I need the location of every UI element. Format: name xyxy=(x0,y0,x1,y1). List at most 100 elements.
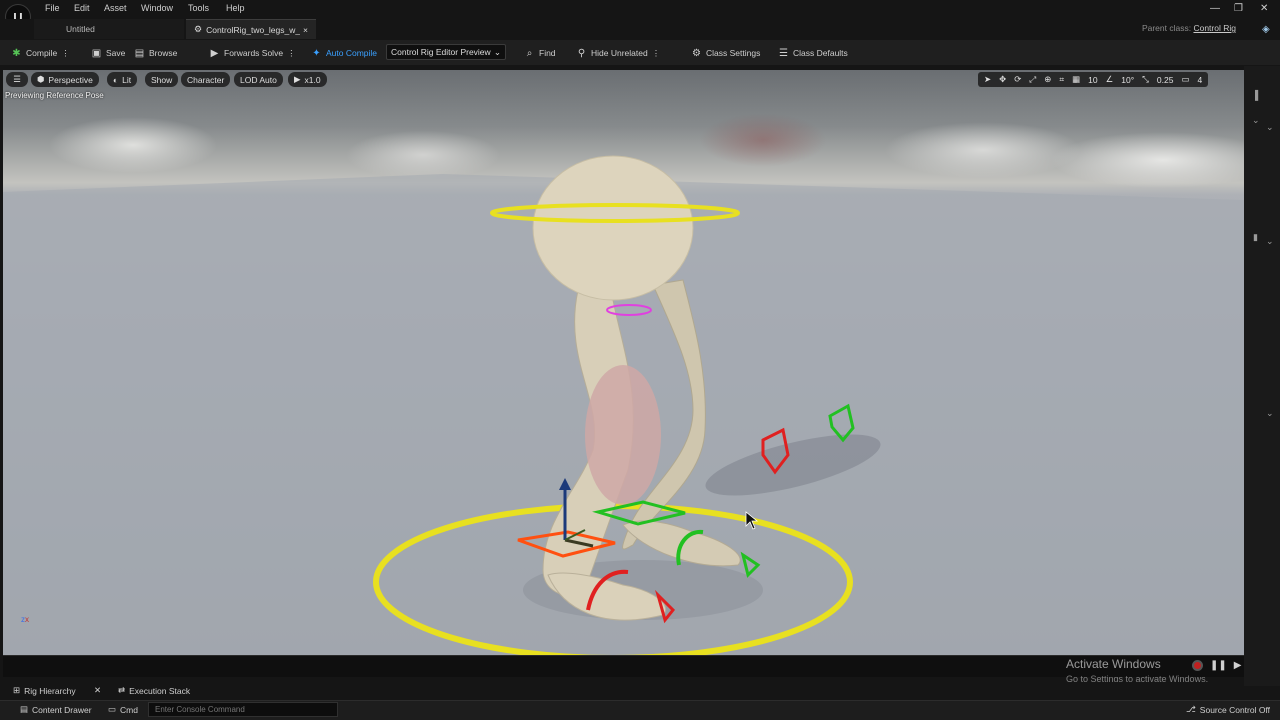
console-command-input[interactable] xyxy=(148,702,338,717)
character-button[interactable]: Character xyxy=(181,72,231,87)
auto-compile-toggle[interactable]: ✦ Auto Compile xyxy=(311,46,377,60)
play-rate-button[interactable]: ▶ x1.0 xyxy=(288,72,327,87)
source-control-button[interactable]: ⎇ Source Control Off xyxy=(1186,704,1270,715)
play-forward-icon[interactable]: ▶ xyxy=(1234,660,1242,671)
tab-control-rig-label: ControlRig_two_legs_w_sc xyxy=(206,24,301,35)
menu-asset[interactable]: Asset xyxy=(104,3,127,13)
find-button[interactable]: ⌕ Find xyxy=(524,46,556,60)
cmd-button[interactable]: ▭ Cmd xyxy=(108,704,138,715)
tab-untitled-label: Untitled xyxy=(66,24,95,34)
rotation-snap-icon[interactable]: ∠ xyxy=(1106,74,1114,85)
class-settings-button[interactable]: ⚙ Class Settings xyxy=(691,46,760,60)
pause-icon[interactable]: ❚❚ xyxy=(1210,660,1227,671)
auto-compile-icon: ✦ xyxy=(312,47,321,59)
hide-unrelated-options-icon[interactable]: ⋮ xyxy=(652,48,661,59)
forwards-solve-options-icon[interactable]: ⋮ xyxy=(287,48,296,59)
scale-snap-value[interactable]: 0.25 xyxy=(1157,75,1174,85)
activate-windows-title: Activate Windows xyxy=(1066,657,1161,671)
parent-class-label: Parent class: xyxy=(1141,23,1192,33)
menu-tools[interactable]: Tools xyxy=(188,3,209,13)
source-control-label: Source Control Off xyxy=(1199,704,1271,715)
viewport-menu-button[interactable]: ☰ xyxy=(6,72,28,87)
source-control-icon: ⎇ xyxy=(1186,704,1196,714)
play-icon: ▶ xyxy=(210,47,219,59)
menu-help[interactable]: Help xyxy=(226,3,245,13)
find-label: Find xyxy=(539,48,556,58)
compile-options-icon[interactable]: ⋮ xyxy=(61,48,70,59)
grid-size-value[interactable]: 10 xyxy=(1088,75,1097,85)
viewport[interactable]: ☰ ⬢ Perspective ◐ Lit Show Character LOD… xyxy=(3,70,1244,655)
menu-window[interactable]: Window xyxy=(141,3,173,13)
minimize-icon[interactable]: — xyxy=(1210,3,1220,14)
head xyxy=(532,155,694,301)
play-rate-label: x1.0 xyxy=(304,74,321,85)
auto-compile-label: Auto Compile xyxy=(326,48,378,58)
save-button[interactable]: ▣ Save xyxy=(91,46,126,60)
class-defaults-button[interactable]: ☰ Class Defaults xyxy=(778,46,848,60)
record-icon[interactable] xyxy=(1192,660,1203,671)
lod-label: LOD Auto xyxy=(240,74,277,85)
world-local-icon[interactable]: ⊕ xyxy=(1044,74,1051,85)
compile-button[interactable]: ✱ Compile ⋮ xyxy=(11,46,70,60)
hierarchy-icon: ⊞ xyxy=(13,685,21,695)
compile-label: Compile xyxy=(26,48,58,58)
camera-speed-value[interactable]: 4 xyxy=(1197,75,1202,85)
tab-untitled[interactable]: Untitled xyxy=(34,19,184,39)
lod-button[interactable]: LOD Auto xyxy=(234,72,283,87)
lit-icon: ◐ xyxy=(113,74,119,85)
save-label: Save xyxy=(106,48,126,58)
rotate-mode-icon[interactable]: ⟳ xyxy=(1014,74,1021,85)
chevron-down-icon[interactable]: ⌄ xyxy=(1266,236,1274,247)
lit-button[interactable]: ◐ Lit xyxy=(107,72,138,87)
parent-class: Parent class: Control Rig xyxy=(1142,23,1236,33)
recording-controls: ❚❚ ▶ xyxy=(1192,660,1241,671)
browse-button[interactable]: ▤ Browse xyxy=(134,46,178,60)
character-label: Character xyxy=(187,74,225,85)
gear-icon: ⚙ xyxy=(692,47,701,59)
show-button[interactable]: Show xyxy=(145,72,179,87)
parent-class-link[interactable]: Control Rig xyxy=(1193,23,1236,33)
class-settings-label: Class Settings xyxy=(706,48,761,58)
chevron-down-icon[interactable]: ⌄ xyxy=(1266,122,1274,133)
rotation-snap-value[interactable]: 10° xyxy=(1121,75,1134,85)
scene xyxy=(3,155,1244,655)
camera-speed-icon[interactable]: ▭ xyxy=(1181,74,1189,85)
axis-indicator: zx xyxy=(21,615,29,624)
hamburger-icon: ☰ xyxy=(13,74,21,84)
tab-rig-hierarchy[interactable]: ⊞ Rig Hierarchy xyxy=(13,685,76,696)
previewing-status: Previewing Reference Pose xyxy=(5,91,104,100)
execution-stack-icon: ⇄ xyxy=(118,685,126,695)
pin-icon[interactable]: ▮ xyxy=(1253,232,1258,243)
close-tab-icon[interactable]: ✕ xyxy=(94,685,101,696)
perspective-button[interactable]: ⬢ Perspective xyxy=(31,72,99,87)
tab-execution-stack[interactable]: ⇄ Execution Stack xyxy=(118,685,190,696)
menu-edit[interactable]: Edit xyxy=(74,3,90,13)
show-label: Show xyxy=(151,74,173,85)
translate-mode-icon[interactable]: ✥ xyxy=(999,74,1006,85)
notification-icon[interactable]: ◈ xyxy=(1262,24,1270,35)
compile-icon: ✱ xyxy=(12,47,21,59)
tab-close-icon[interactable]: × xyxy=(303,25,308,35)
tab-control-rig[interactable]: ⚙ ControlRig_two_legs_w_sc × xyxy=(186,19,316,39)
hide-unrelated-button[interactable]: ⚲ Hide Unrelated ⋮ xyxy=(576,46,660,60)
select-mode-icon[interactable]: ➤ xyxy=(984,74,991,85)
play-icon: ▶ xyxy=(294,74,301,84)
viewport-bottom-bar xyxy=(3,655,1244,677)
close-window-icon[interactable]: ✕ xyxy=(1260,3,1268,14)
execution-stack-label: Execution Stack xyxy=(129,685,191,696)
grid-snap-icon[interactable]: ▦ xyxy=(1072,74,1080,85)
chevron-down-icon[interactable]: ⌄ xyxy=(1266,408,1274,419)
scale-mode-icon[interactable]: ⤢ xyxy=(1029,74,1036,85)
hide-unrelated-icon: ⚲ xyxy=(577,47,586,59)
browse-icon: ▤ xyxy=(134,47,145,59)
forwards-solve-label: Forwards Solve xyxy=(224,48,284,58)
restore-icon[interactable]: ❐ xyxy=(1234,3,1243,14)
content-drawer-button[interactable]: ▤ Content Drawer xyxy=(20,704,92,715)
forwards-solve-button[interactable]: ▶ Forwards Solve ⋮ xyxy=(209,46,296,60)
menu-file[interactable]: File xyxy=(45,3,60,13)
save-icon: ▣ xyxy=(91,47,102,59)
chevron-down-icon[interactable]: ⌄ xyxy=(1252,115,1260,126)
scale-snap-icon[interactable]: ⤡ xyxy=(1142,74,1149,85)
surface-snap-icon[interactable]: ⌗ xyxy=(1059,74,1064,85)
preview-mode-dropdown[interactable]: Control Rig Editor Preview ⌄ xyxy=(386,44,506,60)
